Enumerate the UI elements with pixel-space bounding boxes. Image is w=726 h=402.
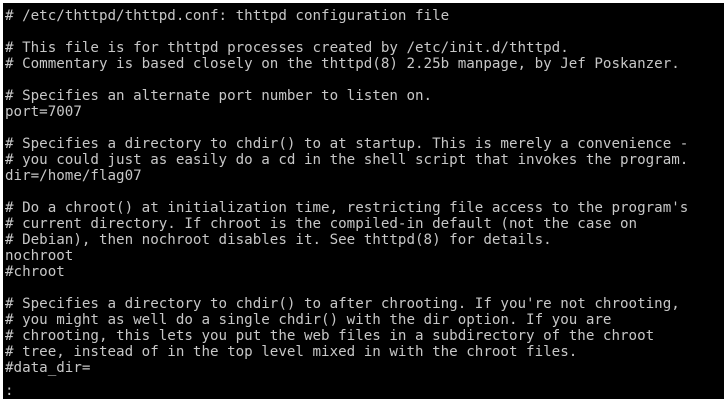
text-line bbox=[5, 184, 724, 200]
text-line: # chrooting, this lets you put the web f… bbox=[5, 328, 655, 344]
text-line: # current directory. If chroot is the co… bbox=[5, 216, 638, 232]
text-line bbox=[5, 280, 724, 296]
text-line: # Specifies an alternate port number to … bbox=[5, 88, 433, 104]
file-content: # /etc/thttpd/thttpd.conf: thttpd config… bbox=[5, 8, 724, 376]
text-line: # Do a chroot() at initialization time, … bbox=[5, 200, 689, 216]
text-line: # This file is for thttpd processes crea… bbox=[5, 40, 569, 56]
text-line: # Debian), then nochroot disables it. Se… bbox=[5, 232, 552, 248]
text-line: # Commentary is based closely on the tht… bbox=[5, 56, 680, 72]
text-line: # /etc/thttpd/thttpd.conf: thttpd config… bbox=[5, 8, 450, 24]
text-line: # you might as well do a single chdir() … bbox=[5, 312, 612, 328]
text-line: # Specifies a directory to chdir() to at… bbox=[5, 136, 689, 152]
text-line: #chroot bbox=[5, 264, 65, 280]
text-line: port=7007 bbox=[5, 104, 82, 120]
text-line: # tree, instead of in the top level mixe… bbox=[5, 344, 578, 360]
terminal-window[interactable]: # /etc/thttpd/thttpd.conf: thttpd config… bbox=[3, 3, 724, 399]
text-line bbox=[5, 120, 724, 136]
text-line: #data_dir= bbox=[5, 360, 91, 376]
text-line bbox=[5, 24, 724, 40]
text-line: nochroot bbox=[5, 248, 74, 264]
text-line: # Specifies a directory to chdir() to af… bbox=[5, 296, 680, 312]
text-line: # you could just as easily do a cd in th… bbox=[5, 152, 689, 168]
text-line bbox=[5, 72, 724, 88]
text-line: dir=/home/flag07 bbox=[5, 168, 142, 184]
pager-prompt[interactable]: : bbox=[5, 383, 14, 399]
